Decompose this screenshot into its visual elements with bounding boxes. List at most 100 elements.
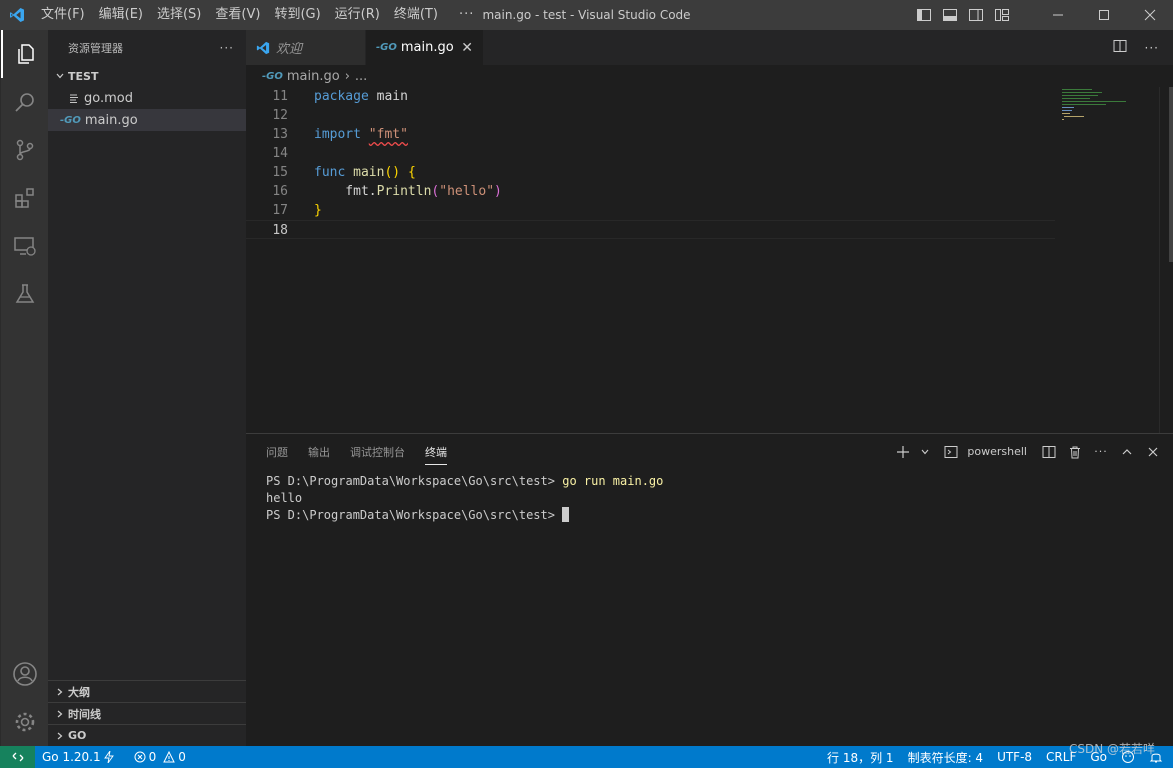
menu-view[interactable]: 查看(V): [208, 0, 267, 30]
line-number: 15: [272, 165, 288, 180]
section-timeline[interactable]: 时间线: [48, 702, 246, 724]
line-number: 13: [272, 127, 288, 142]
menu-run[interactable]: 运行(R): [328, 0, 387, 30]
terminal-prompt: PS D:\ProgramData\Workspace\Go\src\test>: [266, 474, 563, 488]
menu-selection[interactable]: 选择(S): [150, 0, 208, 30]
terminal-output[interactable]: PS D:\ProgramData\Workspace\Go\src\test>…: [266, 473, 663, 524]
cursor-position[interactable]: 行 18，列 1: [820, 749, 901, 766]
code-line-13: 13 import "fmt": [246, 125, 1055, 144]
window-title: main.go - test - Visual Studio Code: [482, 8, 691, 22]
paren: ): [494, 184, 502, 199]
customize-layout-icon[interactable]: [989, 0, 1015, 30]
search-icon[interactable]: [1, 78, 49, 126]
close-window-button[interactable]: [1127, 0, 1173, 30]
remote-indicator-icon[interactable]: [0, 746, 35, 768]
warning-icon: [163, 751, 176, 763]
manage-gear-icon[interactable]: [1, 698, 49, 746]
problems-status[interactable]: 0 0: [127, 750, 193, 764]
error-icon: [134, 751, 146, 763]
explorer-more-icon[interactable]: ···: [220, 41, 234, 55]
file-label: go.mod: [84, 90, 133, 106]
chevron-down-icon[interactable]: [919, 442, 931, 462]
testing-icon[interactable]: [1, 270, 49, 318]
more-actions-icon[interactable]: ···: [1091, 442, 1111, 462]
terminal-output-line: hello: [266, 491, 303, 505]
folder-test[interactable]: TEST: [48, 65, 246, 87]
account-icon[interactable]: [1, 650, 49, 698]
menu-go[interactable]: 转到(G): [267, 0, 327, 30]
terminal-prompt: PS D:\ProgramData\Workspace\Go\src\test>: [266, 508, 563, 522]
go-version-label: Go 1.20.1: [42, 750, 101, 764]
code-line-18: 18: [246, 220, 1055, 239]
maximize-panel-icon[interactable]: [1117, 442, 1137, 462]
bottom-panel: 问题 输出 调试控制台 终端 powershell ··· PS D:\Prog…: [246, 433, 1173, 746]
function-name: main: [353, 165, 385, 180]
menu-edit[interactable]: 编辑(E): [92, 0, 150, 30]
string-literal: "fmt": [368, 127, 408, 142]
tab-main-go[interactable]: -GO main.go ✕: [366, 30, 484, 65]
folder-label: TEST: [68, 69, 99, 83]
close-panel-icon[interactable]: [1143, 442, 1163, 462]
menu-file[interactable]: 文件(F): [34, 0, 92, 30]
tab-welcome[interactable]: 欢迎: [246, 30, 366, 65]
code-line-11: 11 package main: [246, 87, 1055, 106]
minimize-button[interactable]: [1035, 0, 1081, 30]
go-version-status[interactable]: Go 1.20.1: [35, 750, 121, 764]
breadcrumb: -GO main.go › ...: [246, 65, 1173, 87]
breadcrumb-file[interactable]: main.go: [287, 69, 340, 84]
status-bar: Go 1.20.1 0 0 行 18，列 1 制表符长度: 4 UTF-8 CR…: [0, 746, 1173, 768]
more-actions-icon[interactable]: ···: [1145, 41, 1159, 55]
go-file-icon: -GO: [60, 114, 81, 126]
toggle-panel-icon[interactable]: [937, 0, 963, 30]
line-number: 14: [272, 146, 288, 161]
toggle-sidebar-icon[interactable]: [911, 0, 937, 30]
go-file-icon: -GO: [376, 42, 397, 53]
encoding-status[interactable]: UTF-8: [990, 750, 1039, 764]
keyword: import: [314, 127, 361, 142]
menu-terminal[interactable]: 终端(T): [387, 0, 445, 30]
warning-count: 0: [178, 750, 186, 764]
new-terminal-icon[interactable]: [893, 442, 913, 462]
terminal-icon: [941, 442, 961, 462]
scrollbar-thumb[interactable]: [1169, 87, 1173, 262]
identifier: main: [368, 89, 408, 104]
editor-scrollbar[interactable]: [1159, 87, 1173, 433]
tab-debug-console[interactable]: 调试控制台: [340, 434, 415, 469]
keyword: package: [314, 89, 369, 104]
trash-icon[interactable]: [1065, 442, 1085, 462]
error-count: 0: [148, 750, 157, 764]
tab-output[interactable]: 输出: [298, 434, 340, 469]
split-terminal-icon[interactable]: [1039, 442, 1059, 462]
minimap[interactable]: [1060, 87, 1160, 127]
section-go[interactable]: GO: [48, 724, 246, 746]
file-main-go[interactable]: -GO main.go: [48, 109, 246, 131]
close-icon[interactable]: ✕: [461, 40, 473, 56]
toggle-secondary-sidebar-icon[interactable]: [963, 0, 989, 30]
terminal-shell-name[interactable]: powershell: [967, 445, 1027, 458]
code-line-15: 15 func main() {: [246, 163, 1055, 182]
source-control-icon[interactable]: [1, 126, 49, 174]
section-outline[interactable]: 大纲: [48, 680, 246, 702]
vscode-logo-icon: [0, 0, 34, 30]
file-go-mod[interactable]: go.mod: [48, 87, 246, 109]
go-file-icon: -GO: [262, 70, 283, 82]
tab-problems[interactable]: 问题: [256, 434, 298, 469]
split-editor-icon[interactable]: [1113, 39, 1127, 57]
indentation-status[interactable]: 制表符长度: 4: [901, 749, 991, 766]
brace: }: [314, 203, 322, 218]
extensions-icon[interactable]: [1, 174, 49, 222]
activity-bar: [0, 30, 48, 746]
brace: {: [407, 165, 416, 180]
explorer-icon[interactable]: [1, 30, 49, 78]
breadcrumb-symbols[interactable]: ...: [355, 69, 367, 84]
line-number: 18: [272, 223, 288, 238]
code-editor[interactable]: 11 package main 12 13 import "fmt" 14 15…: [246, 87, 1173, 433]
explorer-header: 资源管理器 ···: [48, 30, 246, 65]
line-number: 17: [272, 203, 288, 218]
tab-terminal[interactable]: 终端: [415, 434, 457, 469]
terminal-command: go run main.go: [562, 474, 664, 488]
maximize-button[interactable]: [1081, 0, 1127, 30]
code-line-12: 12: [246, 106, 1055, 125]
title-bar: 文件(F) 编辑(E) 选择(S) 查看(V) 转到(G) 运行(R) 终端(T…: [0, 0, 1173, 30]
remote-explorer-icon[interactable]: [1, 222, 49, 270]
